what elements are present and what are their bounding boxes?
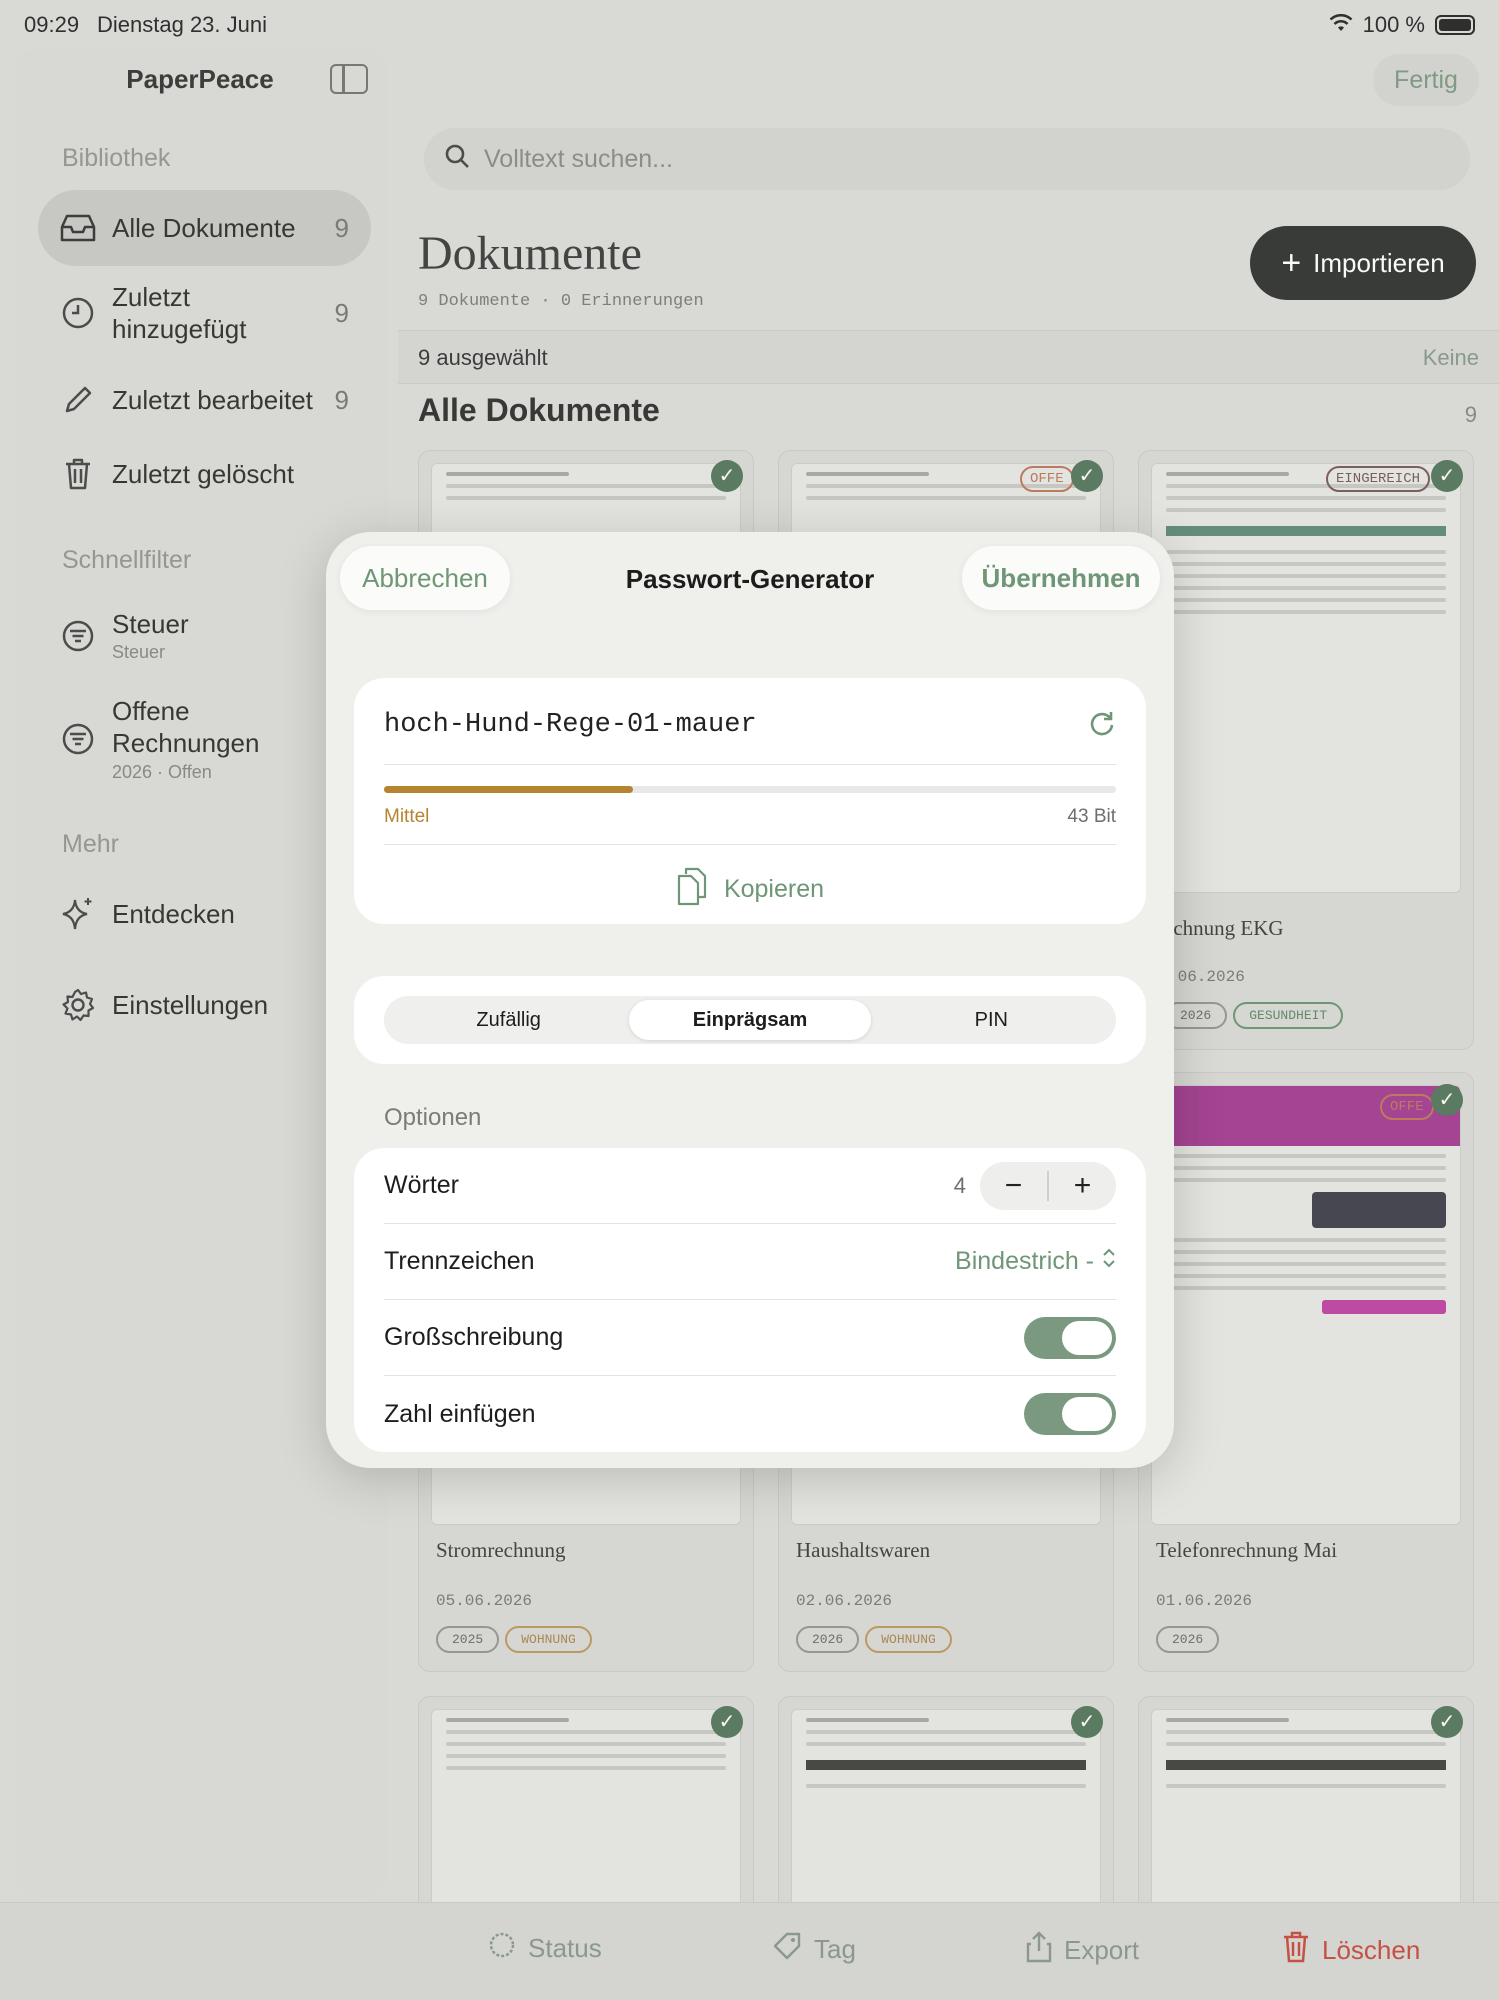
copy-icon [676, 866, 708, 913]
chevron-up-down-icon [1102, 1247, 1116, 1276]
password-card: hoch-Hund-Rege-01-mauer Mittel 43 Bit Ko… [354, 678, 1146, 924]
apply-button[interactable]: Übernehmen [962, 546, 1160, 610]
options-card: Wörter 4 − + Trennzeichen Bindestrich - … [354, 1148, 1146, 1452]
option-label: Wörter [384, 1171, 459, 1199]
refresh-icon[interactable] [1088, 710, 1116, 743]
mode-card: Zufällig Einprägsam PIN [354, 976, 1146, 1064]
capitalize-toggle[interactable] [1024, 1317, 1116, 1359]
strength-meter-fill [384, 786, 633, 793]
entropy-bits: 43 Bit [1067, 806, 1116, 827]
words-count: 4 [953, 1172, 966, 1198]
words-stepper: − + [980, 1162, 1116, 1210]
mode-random[interactable]: Zufällig [388, 1000, 629, 1040]
strength-label: Mittel [384, 806, 430, 827]
mode-segmented-control: Zufällig Einprägsam PIN [384, 996, 1116, 1044]
option-capitalize: Großschreibung [384, 1300, 1116, 1376]
copy-label: Kopieren [723, 875, 825, 903]
divider [384, 764, 1116, 765]
option-separator: Trennzeichen Bindestrich - [384, 1224, 1116, 1300]
copy-button[interactable]: Kopieren [354, 866, 1146, 913]
mode-pin[interactable]: PIN [871, 1000, 1112, 1040]
options-heading: Optionen [384, 1104, 482, 1131]
password-value[interactable]: hoch-Hund-Rege-01-mauer [384, 710, 757, 740]
option-label: Zahl einfügen [384, 1399, 536, 1428]
decrement-button[interactable]: − [980, 1169, 1047, 1203]
separator-picker[interactable]: Bindestrich - [955, 1247, 1116, 1276]
divider [384, 844, 1116, 845]
include-number-toggle[interactable] [1024, 1393, 1116, 1435]
option-label: Trennzeichen [384, 1247, 535, 1275]
option-include-number: Zahl einfügen [384, 1376, 1116, 1452]
separator-value: Bindestrich - [955, 1247, 1094, 1275]
mode-memorable[interactable]: Einprägsam [629, 1000, 871, 1040]
option-words: Wörter 4 − + [384, 1148, 1116, 1224]
increment-button[interactable]: + [1049, 1169, 1116, 1203]
option-label: Großschreibung [384, 1323, 564, 1351]
password-generator-sheet: Abbrechen Passwort-Generator Übernehmen … [326, 532, 1174, 1468]
strength-meter [384, 786, 1116, 793]
